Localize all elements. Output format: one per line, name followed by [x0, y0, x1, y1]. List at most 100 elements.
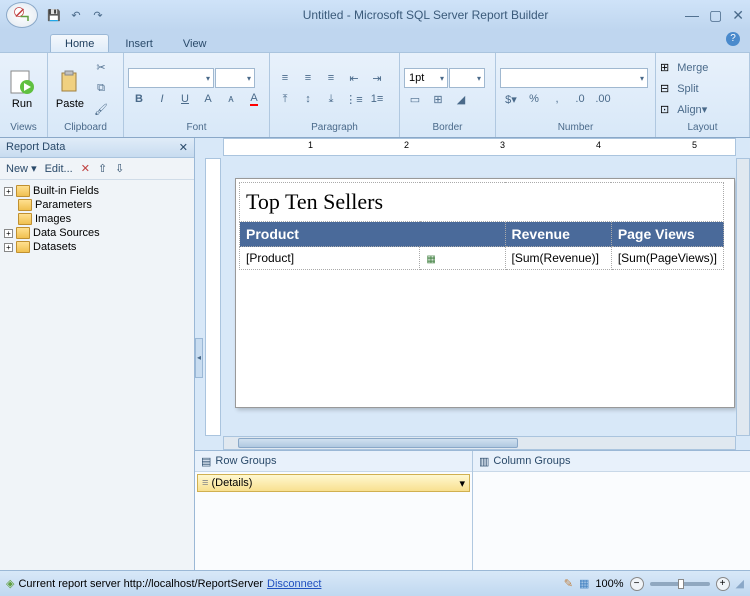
align-middle-button[interactable]: ↕: [297, 89, 319, 109]
close-button[interactable]: ✕: [732, 7, 744, 24]
new-button[interactable]: New ▾: [6, 162, 37, 175]
tree-item-images[interactable]: Images: [2, 212, 192, 226]
bold-button[interactable]: B: [128, 89, 150, 109]
col-groups-list[interactable]: [473, 471, 750, 570]
cut-button[interactable]: ✂: [90, 58, 112, 78]
tab-insert[interactable]: Insert: [111, 35, 167, 52]
italic-button[interactable]: I: [151, 89, 173, 109]
cell-pageviews[interactable]: [Sum(PageViews)]: [611, 247, 723, 270]
move-up-button[interactable]: ⇧: [98, 162, 107, 175]
row-groups-list[interactable]: ≡ (Details) ▾: [195, 471, 472, 570]
copy-button[interactable]: ⧉: [90, 79, 112, 99]
scrollbar-thumb[interactable]: [238, 438, 518, 448]
tree-item-parameters[interactable]: Parameters: [2, 198, 192, 212]
collapse-pane-tab[interactable]: ◂: [195, 338, 203, 378]
vertical-scrollbar[interactable]: [736, 158, 750, 436]
app-menu-button[interactable]: [6, 2, 38, 28]
borders-button[interactable]: ⊞: [427, 89, 449, 109]
underline-button[interactable]: U: [174, 89, 196, 109]
align-right-button[interactable]: ≡: [320, 68, 342, 88]
align-center-button[interactable]: ≡: [297, 68, 319, 88]
minimize-button[interactable]: —: [685, 7, 699, 24]
expand-icon[interactable]: +: [4, 187, 13, 196]
increase-decimal-button[interactable]: .0: [569, 89, 591, 109]
run-label: Run: [12, 98, 32, 110]
help-button[interactable]: ?: [726, 32, 740, 46]
undo-button[interactable]: ↶: [68, 7, 84, 23]
percent-button[interactable]: %: [523, 89, 545, 109]
col-header-pageviews[interactable]: Page Views: [611, 222, 723, 247]
zoom-level[interactable]: 100%: [595, 578, 623, 590]
border-color-button[interactable]: ▭: [404, 89, 426, 109]
report-title-cell[interactable]: Top Ten Sellers: [240, 183, 724, 222]
tab-view[interactable]: View: [169, 35, 221, 52]
fill-color-button[interactable]: ◢: [450, 89, 472, 109]
folder-icon: [16, 241, 30, 253]
col-header-revenue[interactable]: Revenue: [505, 222, 611, 247]
close-pane-button[interactable]: ✕: [179, 141, 188, 154]
border-width-combo[interactable]: 1pt: [404, 68, 448, 88]
tree-item-datasets[interactable]: +Datasets: [2, 240, 192, 254]
move-down-button[interactable]: ⇩: [115, 162, 124, 175]
report-table[interactable]: Top Ten Sellers Product Revenue Page Vie…: [239, 182, 724, 270]
expand-icon[interactable]: +: [4, 229, 13, 238]
shrink-font-button[interactable]: ᴀ: [220, 89, 242, 109]
font-size-combo[interactable]: [215, 68, 255, 88]
run-button[interactable]: Run: [4, 66, 40, 112]
currency-button[interactable]: $▾: [500, 89, 522, 109]
zoom-thumb[interactable]: [678, 579, 684, 589]
tab-home[interactable]: Home: [50, 34, 109, 52]
paste-button[interactable]: Paste: [52, 66, 88, 112]
report-body[interactable]: Top Ten Sellers Product Revenue Page Vie…: [235, 178, 735, 408]
font-color-button[interactable]: A: [243, 89, 265, 109]
details-group[interactable]: ≡ (Details) ▾: [197, 474, 470, 492]
split-button[interactable]: Split: [672, 79, 703, 99]
merge-icon: ⊞: [660, 61, 669, 74]
horizontal-ruler: 12345: [223, 138, 736, 156]
align-button[interactable]: Align ▾: [672, 100, 712, 120]
align-left-button[interactable]: ≡: [274, 68, 296, 88]
increase-indent-button[interactable]: ⇥: [366, 68, 388, 88]
border-style-combo[interactable]: [449, 68, 485, 88]
group-dropdown-icon[interactable]: ▾: [459, 477, 465, 490]
design-mode-icon[interactable]: ✎: [564, 577, 573, 590]
expand-icon[interactable]: +: [4, 243, 13, 252]
format-painter-button[interactable]: 🖌: [90, 100, 112, 120]
maximize-button[interactable]: ▢: [709, 7, 722, 24]
comma-button[interactable]: ,: [546, 89, 568, 109]
window-controls: — ▢ ✕: [685, 7, 744, 24]
decrease-decimal-button[interactable]: .00: [592, 89, 614, 109]
font-name-combo[interactable]: [128, 68, 214, 88]
group-border-label: Border: [404, 122, 491, 137]
number-format-combo[interactable]: [500, 68, 648, 88]
edit-button[interactable]: Edit...: [45, 163, 73, 175]
horizontal-scrollbar[interactable]: [223, 436, 736, 450]
col-groups-icon: ▥: [479, 455, 489, 468]
tree-item-builtin[interactable]: +Built-in Fields: [2, 184, 192, 198]
preview-mode-icon[interactable]: ▦: [579, 577, 589, 590]
cell-empty[interactable]: ▦: [420, 247, 505, 270]
align-bottom-button[interactable]: ⤓: [320, 89, 342, 109]
grow-font-button[interactable]: A: [197, 89, 219, 109]
zoom-in-button[interactable]: +: [716, 577, 730, 591]
redo-button[interactable]: ↷: [90, 7, 106, 23]
decrease-indent-button[interactable]: ⇤: [343, 68, 365, 88]
row-groups-col: ▤Row Groups ≡ (Details) ▾: [195, 451, 473, 570]
numbering-button[interactable]: 1≡: [366, 89, 388, 109]
group-paragraph-label: Paragraph: [274, 122, 395, 137]
cell-revenue[interactable]: [Sum(Revenue)]: [505, 247, 611, 270]
align-top-button[interactable]: ⤒: [274, 89, 296, 109]
zoom-out-button[interactable]: −: [630, 577, 644, 591]
zoom-slider[interactable]: [650, 582, 710, 586]
save-button[interactable]: 💾: [46, 7, 62, 23]
main-area: Report Data ✕ New ▾ Edit... ✕ ⇧ ⇩ +Built…: [0, 138, 750, 570]
disconnect-link[interactable]: Disconnect: [267, 578, 321, 590]
delete-button[interactable]: ✕: [81, 162, 90, 175]
merge-button[interactable]: Merge: [672, 58, 713, 78]
resize-grip-icon[interactable]: ◢: [736, 577, 744, 590]
design-canvas[interactable]: ◂ 12345 Top Ten Sellers Product Revenue …: [195, 138, 750, 450]
cell-product[interactable]: [Product]: [240, 247, 420, 270]
col-header-product[interactable]: Product: [240, 222, 506, 247]
tree-item-datasources[interactable]: +Data Sources: [2, 226, 192, 240]
bullets-button[interactable]: ⋮≡: [343, 89, 365, 109]
